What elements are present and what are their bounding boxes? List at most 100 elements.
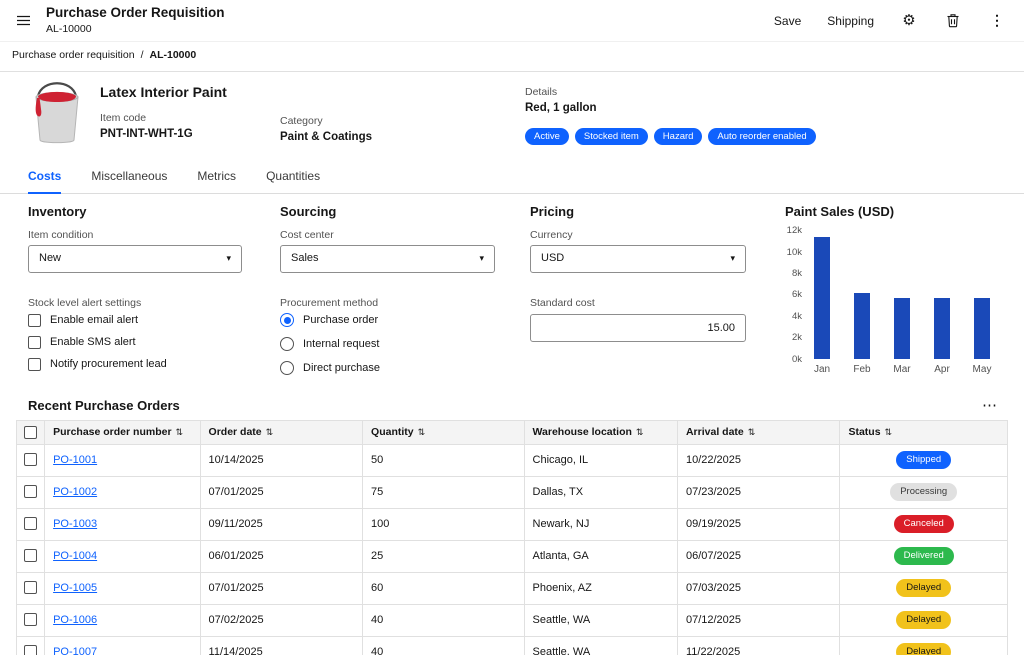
pricing-title: Pricing (530, 204, 746, 220)
chart-x-label: Jan (814, 364, 830, 376)
sourcing-title: Sourcing (280, 204, 495, 220)
cell-order-date: 07/01/2025 (200, 572, 362, 604)
order-row: PO-100406/01/202525Atlanta, GA06/07/2025… (17, 540, 1008, 572)
menu-icon[interactable] (14, 12, 32, 30)
sort-icon: ⇅ (636, 427, 644, 438)
details-label: Details (525, 86, 816, 99)
po-link[interactable]: PO-1003 (53, 518, 97, 530)
cell-warehouse-location: Seattle, WA (524, 604, 677, 636)
row-select-checkbox[interactable] (24, 453, 37, 466)
row-select-checkbox[interactable] (24, 485, 37, 498)
table-overflow-icon[interactable]: ⋯ (982, 397, 998, 415)
column-header-quantity[interactable]: Quantity⇅ (363, 420, 524, 444)
cell-warehouse-location: Atlanta, GA (524, 540, 677, 572)
currency-select[interactable]: USD ▾ (530, 245, 746, 273)
order-row: PO-100607/02/202540Seattle, WA07/12/2025… (17, 604, 1008, 636)
cell-order-date: 11/14/2025 (200, 636, 362, 655)
procurement-radio-list: Purchase orderInternal requestDirect pur… (280, 313, 495, 375)
cell-order-date: 07/01/2025 (200, 476, 362, 508)
cell-quantity: 75 (363, 476, 524, 508)
tab-costs[interactable]: Costs (28, 169, 61, 193)
cost-center-select[interactable]: Sales ▾ (280, 245, 495, 273)
cell-arrival-date: 10/22/2025 (677, 444, 839, 476)
shipping-button[interactable]: Shipping (827, 14, 874, 28)
status-badge: Delayed (896, 643, 951, 655)
po-link[interactable]: PO-1002 (53, 486, 97, 498)
item-condition-select[interactable]: New ▾ (28, 245, 242, 273)
po-link[interactable]: PO-1007 (53, 646, 97, 655)
checkbox-row: Enable email alert (28, 313, 242, 327)
status-badge: Delayed (896, 579, 951, 596)
product-name: Latex Interior Paint (100, 84, 227, 101)
checkbox-row: Notify procurement lead (28, 357, 242, 371)
row-select-checkbox[interactable] (24, 613, 37, 626)
direct-purchase-radio[interactable] (280, 361, 294, 375)
cell-arrival-date: 07/12/2025 (677, 604, 839, 636)
po-link[interactable]: PO-1005 (53, 582, 97, 594)
chart-bar-group: Mar (887, 231, 917, 376)
po-link[interactable]: PO-1001 (53, 454, 97, 466)
internal-request-radio[interactable] (280, 337, 294, 351)
sort-icon: ⇅ (885, 427, 893, 438)
item-code-value: PNT-INT-WHT-1G (100, 128, 193, 142)
status-badge: Canceled (894, 515, 954, 532)
column-header-order-date[interactable]: Order date⇅ (200, 420, 362, 444)
breadcrumb-parent[interactable]: Purchase order requisition (12, 49, 135, 62)
pricing-section: Pricing Currency USD ▾ Standard cost (530, 194, 746, 343)
enable-email-alert-checkbox[interactable] (28, 314, 41, 327)
cell-po-number: PO-1002 (45, 476, 200, 508)
sourcing-section: Sourcing Cost center Sales ▾ Procurement… (280, 194, 495, 386)
cell-quantity: 40 (363, 604, 524, 636)
item-condition-label: Item condition (28, 229, 242, 242)
orders-title: Recent Purchase Orders (28, 398, 180, 414)
chart-y-label: 12k (785, 225, 802, 236)
row-select-checkbox[interactable] (24, 517, 37, 530)
delete-trash-icon[interactable] (944, 12, 962, 30)
tab-miscellaneous[interactable]: Miscellaneous (91, 169, 167, 192)
cell-arrival-date: 06/07/2025 (677, 540, 839, 572)
po-link[interactable]: PO-1006 (53, 614, 97, 626)
settings-gear-icon[interactable]: ⚙ (900, 12, 918, 30)
tabs: Costs Miscellaneous Metrics Quantities (0, 166, 1024, 194)
row-select-checkbox[interactable] (24, 645, 37, 655)
column-header-purchase-order-number[interactable]: Purchase order number⇅ (45, 420, 200, 444)
order-row: PO-100309/11/2025100Newark, NJ09/19/2025… (17, 508, 1008, 540)
cell-warehouse-location: Chicago, IL (524, 444, 677, 476)
chart-y-label: 8k (785, 268, 802, 279)
tab-quantities[interactable]: Quantities (266, 169, 320, 192)
po-link[interactable]: PO-1004 (53, 550, 97, 562)
column-header-warehouse-location[interactable]: Warehouse location⇅ (524, 420, 677, 444)
cell-arrival-date: 09/19/2025 (677, 508, 839, 540)
row-select-checkbox[interactable] (24, 581, 37, 594)
kebab-menu-icon[interactable]: ⋮ (988, 12, 1006, 30)
enable-sms-alert-checkbox[interactable] (28, 336, 41, 349)
sort-icon: ⇅ (748, 427, 756, 438)
cell-po-number: PO-1006 (45, 604, 200, 636)
chart-bar-group: Feb (847, 231, 877, 376)
notify-procurement-lead-checkbox[interactable] (28, 358, 41, 371)
row-select-checkbox[interactable] (24, 549, 37, 562)
select-all-checkbox[interactable] (24, 426, 37, 439)
save-button[interactable]: Save (774, 14, 801, 28)
chart-title: Paint Sales (USD) (785, 204, 997, 220)
checkbox-label: Enable SMS alert (50, 336, 136, 349)
standard-cost-input[interactable] (530, 314, 746, 342)
tab-metrics[interactable]: Metrics (197, 169, 236, 192)
standard-cost-label: Standard cost (530, 297, 746, 310)
cell-warehouse-location: Newark, NJ (524, 508, 677, 540)
purchase-order-radio[interactable] (280, 313, 294, 327)
category-field: Category Paint & Coatings (280, 115, 372, 145)
cell-order-date: 09/11/2025 (200, 508, 362, 540)
chart-bar-group: May (967, 231, 997, 376)
column-header-arrival-date[interactable]: Arrival date⇅ (677, 420, 839, 444)
cell-arrival-date: 07/23/2025 (677, 476, 839, 508)
radio-row: Internal request (280, 337, 495, 351)
radio-label: Purchase order (303, 314, 378, 327)
status-badge: Shipped (896, 451, 951, 468)
status-badge: Delayed (896, 611, 951, 628)
orders-section: Recent Purchase Orders ⋯ Purchase order … (16, 396, 1008, 655)
cell-po-number: PO-1003 (45, 508, 200, 540)
checkbox-label: Notify procurement lead (50, 358, 167, 371)
column-header-status[interactable]: Status⇅ (840, 420, 1008, 444)
checkbox-label: Enable email alert (50, 314, 138, 327)
